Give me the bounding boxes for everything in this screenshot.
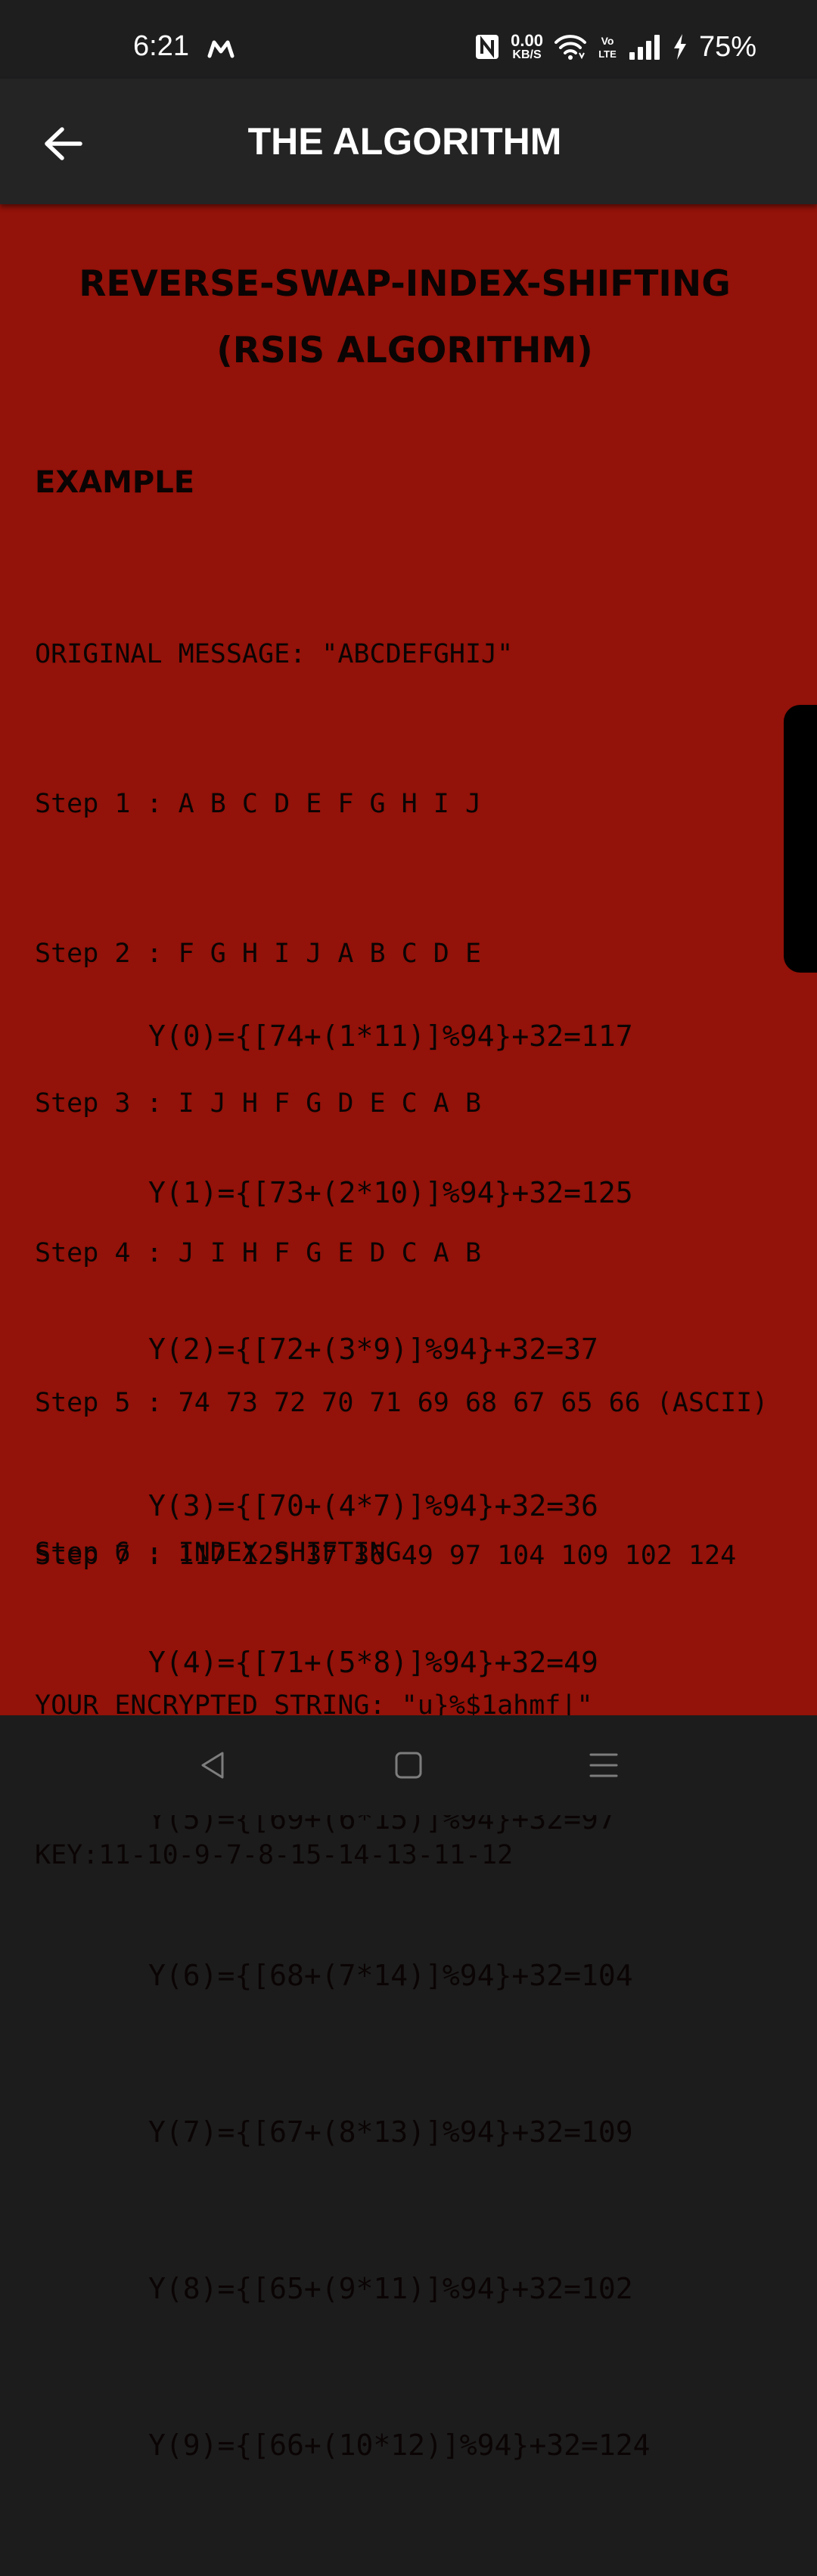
navigation-bar <box>0 1715 817 1815</box>
svg-text:LTE: LTE <box>598 48 617 60</box>
nfc-icon <box>476 35 499 59</box>
heading-line-2: (RSIS ALGORITHM) <box>216 330 593 371</box>
page-title: THE ALGORITHM <box>247 120 562 163</box>
formula-line: Y(0)={[74+(1*11)]%94}+32=117 <box>148 1020 633 1053</box>
scrollbar-thumb[interactable] <box>784 705 817 973</box>
data-speed-indicator: 0.00 KB/S <box>511 33 543 61</box>
nav-home-button[interactable] <box>378 1738 439 1792</box>
data-speed-value: 0.00 <box>511 31 543 50</box>
algorithm-content[interactable]: REVERSE-SWAP-INDEX-SHIFTING (RSIS ALGORI… <box>0 204 817 2462</box>
back-button[interactable] <box>36 116 91 171</box>
status-icons: 0.00 KB/S Vo LTE 75% <box>474 30 756 64</box>
status-time: 6:21 <box>133 30 189 62</box>
formula-line: Y(2)={[72+(3*9)]%94}+32=37 <box>148 1333 598 1366</box>
svg-text:Vo: Vo <box>601 35 614 47</box>
nav-recents-button[interactable] <box>573 1738 634 1792</box>
algorithm-heading: REVERSE-SWAP-INDEX-SHIFTING (RSIS ALGORI… <box>0 251 809 384</box>
result-list: Step 7 : 117 125 37 36 49 97 104 109 102… <box>35 1431 736 1980</box>
battery-percentage: 75% <box>698 31 756 63</box>
wifi-icon <box>554 35 586 60</box>
charging-bolt-icon <box>673 34 686 60</box>
status-bar: 6:21 0.00 KB/S Vo LTE 75% <box>0 0 817 79</box>
nav-back-icon <box>201 1752 224 1779</box>
step-line: Step 1 : A B C D E F G H I J <box>35 789 482 819</box>
nav-back-button[interactable] <box>183 1738 244 1792</box>
nav-home-icon <box>395 1752 422 1779</box>
data-speed-unit: KB/S <box>512 48 542 61</box>
heading-line-1: REVERSE-SWAP-INDEX-SHIFTING <box>79 263 731 305</box>
arrow-left-icon <box>45 127 82 160</box>
app-bar: THE ALGORITHM <box>0 79 817 204</box>
formula-line: Y(9)={[66+(10*12)]%94}+32=124 <box>148 2429 651 2462</box>
example-label: EXAMPLE <box>35 465 195 500</box>
formula-line: Y(1)={[73+(2*10)]%94}+32=125 <box>148 1176 633 1209</box>
signal-icon <box>629 35 660 60</box>
original-message-line: ORIGINAL MESSAGE: "ABCDEFGHIJ" <box>35 639 514 669</box>
volte-icon: Vo LTE <box>598 35 617 60</box>
step-7-line: Step 7 : 117 125 37 36 49 97 104 109 102… <box>35 1541 737 1571</box>
formula-line: Y(7)={[67+(8*13)]%94}+32=109 <box>148 2115 633 2149</box>
formula-line: Y(8)={[65+(9*11)]%94}+32=102 <box>148 2272 633 2305</box>
nav-recents-icon <box>589 1753 618 1777</box>
m-logo-icon <box>207 40 235 58</box>
key-line: KEY:11-10-9-7-8-15-14-13-11-12 <box>35 1840 514 1870</box>
